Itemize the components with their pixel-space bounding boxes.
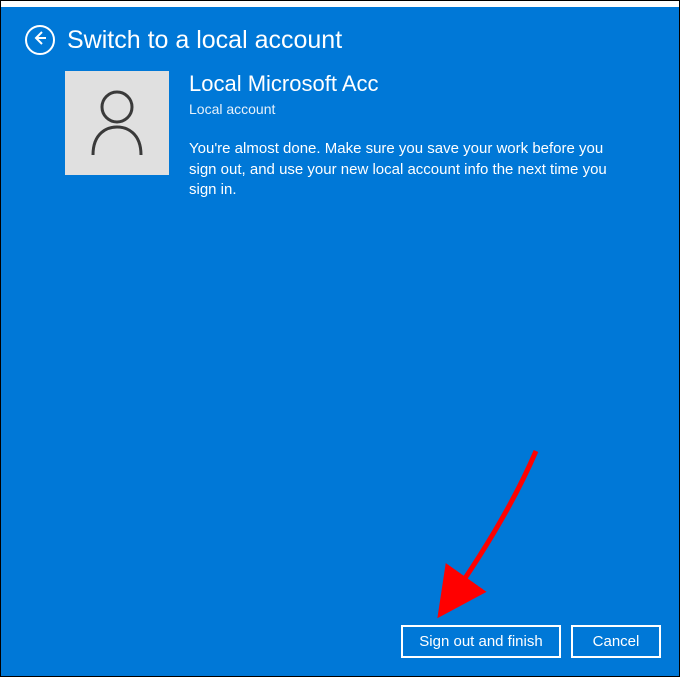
footer-buttons: Sign out and finish Cancel [401,625,661,658]
annotation-arrow-icon [386,441,566,641]
user-avatar [65,71,169,175]
cancel-button[interactable]: Cancel [571,625,661,658]
arrow-left-icon [32,30,48,51]
sign-out-finish-button[interactable]: Sign out and finish [401,625,561,658]
account-type: Local account [189,101,655,117]
account-name: Local Microsoft Acc [189,71,655,97]
account-info: Local Microsoft Acc Local account You're… [189,71,655,200]
top-border-strip [1,1,679,7]
page-title: Switch to a local account [67,26,342,55]
content-area: Local Microsoft Acc Local account You're… [1,71,679,200]
profile-icon [83,85,151,162]
back-button[interactable] [25,25,55,55]
description-text: You're almost done. Make sure you save y… [189,139,609,200]
header: Switch to a local account [1,1,679,71]
